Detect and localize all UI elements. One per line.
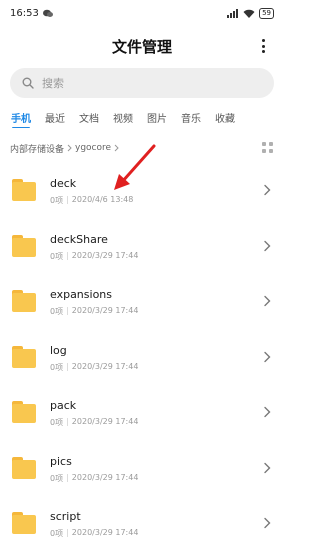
chevron-right-icon [67, 144, 72, 152]
folder-icon [12, 179, 36, 201]
chevron-right-icon [264, 240, 271, 251]
folder-icon [12, 234, 36, 257]
list-item[interactable]: pack 0项 | 2020/3/29 17:44 [0, 387, 284, 443]
chevron-right-icon [264, 351, 271, 362]
file-count: 0项 [50, 418, 64, 427]
chevron-right-icon [264, 184, 271, 196]
breadcrumb-current[interactable]: ygocore [75, 143, 111, 153]
tab-music[interactable]: 音乐 [181, 110, 201, 125]
chevron-right-icon [264, 406, 271, 418]
file-count: 0项 [50, 251, 64, 261]
file-name: expansions [50, 288, 112, 301]
file-name: deckShare [50, 232, 108, 246]
folder-icon [12, 456, 36, 479]
tab-documents[interactable]: 文档 [79, 110, 99, 125]
signal-icon [227, 8, 239, 18]
red-arrow-annotation [114, 144, 156, 190]
search-placeholder: 搜索 [42, 77, 64, 90]
status-bar: 16:53 59 [0, 0, 284, 26]
chevron-right-icon [264, 462, 271, 473]
folder-icon [12, 401, 36, 423]
page-title: 文件管理 [111, 37, 172, 56]
tab-recent[interactable]: 最近 [45, 110, 65, 125]
chevron-right-icon [264, 295, 271, 307]
title-bar: 文件管理 [0, 30, 284, 62]
file-name: pics [50, 454, 72, 468]
file-date: 2020/3/29 17:44 [71, 472, 139, 482]
file-date: 2020/3/29 17:44 [71, 250, 139, 260]
chat-notification-icon [42, 9, 53, 17]
list-item[interactable]: pics 0项 | 2020/3/29 17:44 [0, 443, 284, 499]
search-icon [22, 77, 34, 89]
battery-indicator: 59 [259, 7, 274, 19]
search-input[interactable]: 搜索 [10, 68, 274, 98]
tab-images[interactable]: 图片 [147, 110, 167, 125]
list-item[interactable]: log 0项 | 2020/3/29 17:44 [0, 332, 284, 388]
chevron-right-icon [264, 517, 271, 529]
tab-phone[interactable]: 手机 [11, 110, 31, 128]
tab-favorites[interactable]: 收藏 [215, 110, 235, 125]
file-date: 2020/3/29 17:44 [71, 528, 139, 537]
folder-icon [12, 290, 36, 312]
status-time: 16:53 [10, 7, 39, 19]
list-item[interactable]: deckShare 0项 | 2020/3/29 17:44 [0, 221, 284, 277]
file-count: 0项 [50, 307, 64, 316]
file-date: 2020/3/29 17:44 [71, 306, 139, 315]
list-item[interactable]: expansions 0项 | 2020/3/29 17:44 [0, 276, 284, 332]
wifi-icon [243, 9, 255, 18]
breadcrumb: 内部存储设备 ygocore [10, 140, 119, 156]
file-count: 0项 [50, 473, 64, 483]
file-count: 0项 [50, 529, 64, 538]
file-date: 2020/3/29 17:44 [71, 417, 139, 426]
file-count: 0项 [50, 362, 64, 372]
file-date: 2020/3/29 17:44 [71, 361, 139, 371]
category-tabs: 手机 最近 文档 视频 图片 音乐 收藏 [0, 106, 284, 128]
file-date: 2020/4/6 13:48 [71, 195, 134, 204]
tab-fade [248, 104, 284, 128]
breadcrumb-root[interactable]: 内部存储设备 [10, 142, 64, 155]
file-count: 0项 [50, 196, 64, 205]
file-list: deck 0项 | 2020/4/6 13:48 deckShare 0项 | 2020… [0, 165, 284, 550]
file-name: script [50, 510, 81, 523]
folder-icon [12, 512, 36, 534]
tab-videos[interactable]: 视频 [113, 110, 133, 125]
file-name: log [50, 343, 67, 357]
status-right: 59 [227, 7, 274, 19]
file-name: pack [50, 399, 77, 412]
folder-icon [12, 345, 36, 368]
status-left: 16:53 [10, 8, 53, 19]
list-item[interactable]: script 0项 | 2020/3/29 17:44 [0, 498, 284, 550]
more-options-icon[interactable] [256, 37, 270, 55]
grid-view-icon[interactable] [262, 142, 273, 153]
